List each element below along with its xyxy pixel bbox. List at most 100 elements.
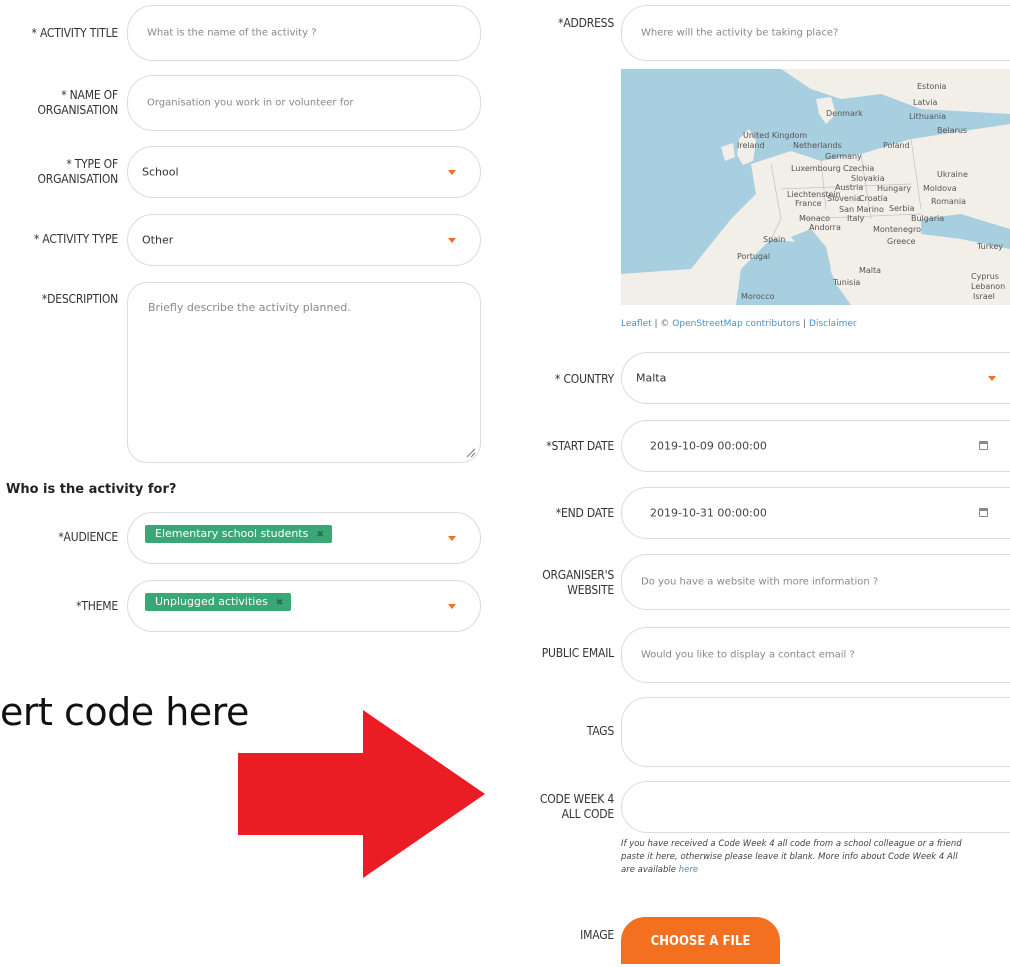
- location-map[interactable]: Estonia Latvia Lithuania Belarus Denmark…: [621, 69, 1010, 305]
- map-label-cyprus: Cyprus: [971, 272, 999, 281]
- website-label: ORGANISER'S WEBSITE: [542, 568, 614, 597]
- map-label-romania: Romania: [931, 197, 966, 206]
- end-date-value: 2019-10-31 00:00:00: [650, 506, 767, 520]
- remove-tag-icon[interactable]: ✖: [316, 530, 324, 540]
- activity-type-label: * ACTIVITY TYPE: [33, 232, 118, 246]
- start-date-value: 2019-10-09 00:00:00: [650, 439, 767, 453]
- description-label: *DESCRIPTION: [41, 292, 118, 306]
- public-email-label: PUBLIC EMAIL: [541, 646, 614, 660]
- annotation-text: ert code here: [0, 690, 249, 734]
- website-input[interactable]: Do you have a website with more informat…: [621, 554, 1010, 610]
- map-label-poland: Poland: [883, 141, 910, 150]
- organisation-name-label: * NAME OF ORGANISATION: [37, 88, 119, 117]
- map-label-israel: Israel: [973, 292, 995, 301]
- activity-type-value: Other: [142, 233, 174, 247]
- map-label-portugal: Portugal: [737, 252, 770, 261]
- image-label: IMAGE: [580, 928, 614, 942]
- map-label-san-marino: San Marino: [839, 205, 884, 214]
- map-label-denmark: Denmark: [826, 109, 863, 118]
- end-date-input[interactable]: 2019-10-31 00:00:00: [621, 487, 1010, 539]
- audience-tag[interactable]: Elementary school students ✖: [145, 525, 332, 543]
- country-label: * COUNTRY: [555, 372, 614, 386]
- map-label-montenegro: Montenegro: [873, 225, 921, 234]
- code-label: CODE WEEK 4 ALL CODE: [539, 792, 614, 821]
- address-label: *ADDRESS: [558, 16, 614, 30]
- end-date-label: *END DATE: [555, 506, 614, 520]
- chevron-down-icon: [448, 238, 456, 243]
- map-label-estonia: Estonia: [917, 82, 947, 91]
- section-title: Who is the activity for?: [6, 482, 177, 497]
- map-label-slovakia: Slovakia: [851, 174, 885, 183]
- activity-type-select[interactable]: Other: [127, 214, 481, 266]
- map-label-bulgaria: Bulgaria: [911, 214, 944, 223]
- theme-label: *THEME: [76, 599, 118, 613]
- map-label-serbia: Serbia: [889, 204, 915, 213]
- map-label-spain: Spain: [763, 235, 785, 244]
- map-label-czechia: Czechia: [843, 164, 874, 173]
- chevron-down-icon: [988, 376, 996, 381]
- tags-input[interactable]: [621, 697, 1010, 767]
- calendar-icon[interactable]: [979, 441, 988, 450]
- map-label-ireland: Ireland: [737, 141, 765, 150]
- map-label-slovenia: Slovenia: [827, 194, 861, 203]
- tags-label: TAGS: [586, 724, 614, 738]
- audience-label: *AUDIENCE: [58, 530, 118, 544]
- map-label-turkey: Turkey: [976, 242, 1003, 251]
- map-label-monaco: Monaco: [799, 214, 830, 223]
- start-date-label: *START DATE: [546, 439, 614, 453]
- code-help-text: If you have received a Code Week 4 all c…: [621, 839, 962, 875]
- theme-select[interactable]: Unplugged activities ✖: [127, 580, 481, 632]
- chevron-down-icon: [448, 170, 456, 175]
- public-email-placeholder: Would you like to display a contact emai…: [641, 649, 855, 661]
- address-placeholder: Where will the activity be taking place?: [641, 27, 839, 39]
- website-placeholder: Do you have a website with more informat…: [641, 576, 879, 588]
- arrow-icon: [238, 710, 485, 878]
- organisation-type-label: * TYPE OF ORGANISATION: [37, 157, 119, 186]
- chevron-down-icon: [448, 604, 456, 609]
- map-label-andorra: Andorra: [809, 223, 841, 232]
- map-label-hungary: Hungary: [877, 184, 911, 193]
- organisation-name-placeholder: Organisation you work in or volunteer fo…: [147, 97, 354, 109]
- map-label-belarus: Belarus: [937, 126, 967, 135]
- choose-file-button[interactable]: CHOOSE A FILE: [621, 917, 780, 964]
- map-label-france: France: [795, 199, 822, 208]
- description-placeholder: Briefly describe the activity planned.: [148, 301, 351, 314]
- address-input[interactable]: Where will the activity be taking place?: [621, 5, 1010, 61]
- theme-tag[interactable]: Unplugged activities ✖: [145, 593, 292, 611]
- map-label-lebanon: Lebanon: [971, 282, 1005, 291]
- country-select[interactable]: Malta: [621, 352, 1010, 404]
- disclaimer-link[interactable]: Disclaimer: [809, 319, 857, 329]
- public-email-input[interactable]: Would you like to display a contact emai…: [621, 627, 1010, 683]
- osm-link[interactable]: OpenStreetMap contributors: [672, 319, 800, 329]
- organisation-type-select[interactable]: School: [127, 146, 481, 198]
- audience-select[interactable]: Elementary school students ✖: [127, 512, 481, 564]
- activity-title-input[interactable]: What is the name of the activity ?: [127, 5, 481, 61]
- map-attribution: Leaflet | © OpenStreetMap contributors |…: [621, 319, 857, 329]
- description-textarea[interactable]: Briefly describe the activity planned.: [127, 282, 481, 463]
- map-label-tunisia: Tunisia: [832, 278, 860, 287]
- map-label-germany: Germany: [825, 152, 862, 161]
- map-label-ukraine: Ukraine: [937, 170, 968, 179]
- map-label-malta: Malta: [859, 266, 881, 275]
- chevron-down-icon: [448, 536, 456, 541]
- country-value: Malta: [636, 371, 667, 385]
- activity-title-label: * ACTIVITY TITLE: [31, 26, 119, 40]
- map-label-morocco: Morocco: [741, 292, 775, 301]
- resize-handle-icon[interactable]: [466, 448, 476, 458]
- map-label-latvia: Latvia: [913, 98, 937, 107]
- map-label-united-kingdom: United Kingdom: [743, 131, 807, 140]
- organisation-type-value: School: [142, 165, 179, 179]
- remove-tag-icon[interactable]: ✖: [276, 598, 284, 608]
- start-date-input[interactable]: 2019-10-09 00:00:00: [621, 420, 1010, 472]
- calendar-icon[interactable]: [979, 508, 988, 517]
- leaflet-link[interactable]: Leaflet: [621, 319, 652, 329]
- code-help-link[interactable]: here: [679, 865, 698, 875]
- map-label-lithuania: Lithuania: [909, 112, 946, 121]
- map-label-luxembourg: Luxembourg: [791, 164, 841, 173]
- map-label-italy: Italy: [847, 214, 865, 223]
- organisation-name-input[interactable]: Organisation you work in or volunteer fo…: [127, 75, 481, 131]
- code-input[interactable]: [621, 781, 1010, 833]
- activity-title-placeholder: What is the name of the activity ?: [147, 27, 317, 39]
- map-label-moldova: Moldova: [923, 184, 957, 193]
- map-label-greece: Greece: [887, 237, 916, 246]
